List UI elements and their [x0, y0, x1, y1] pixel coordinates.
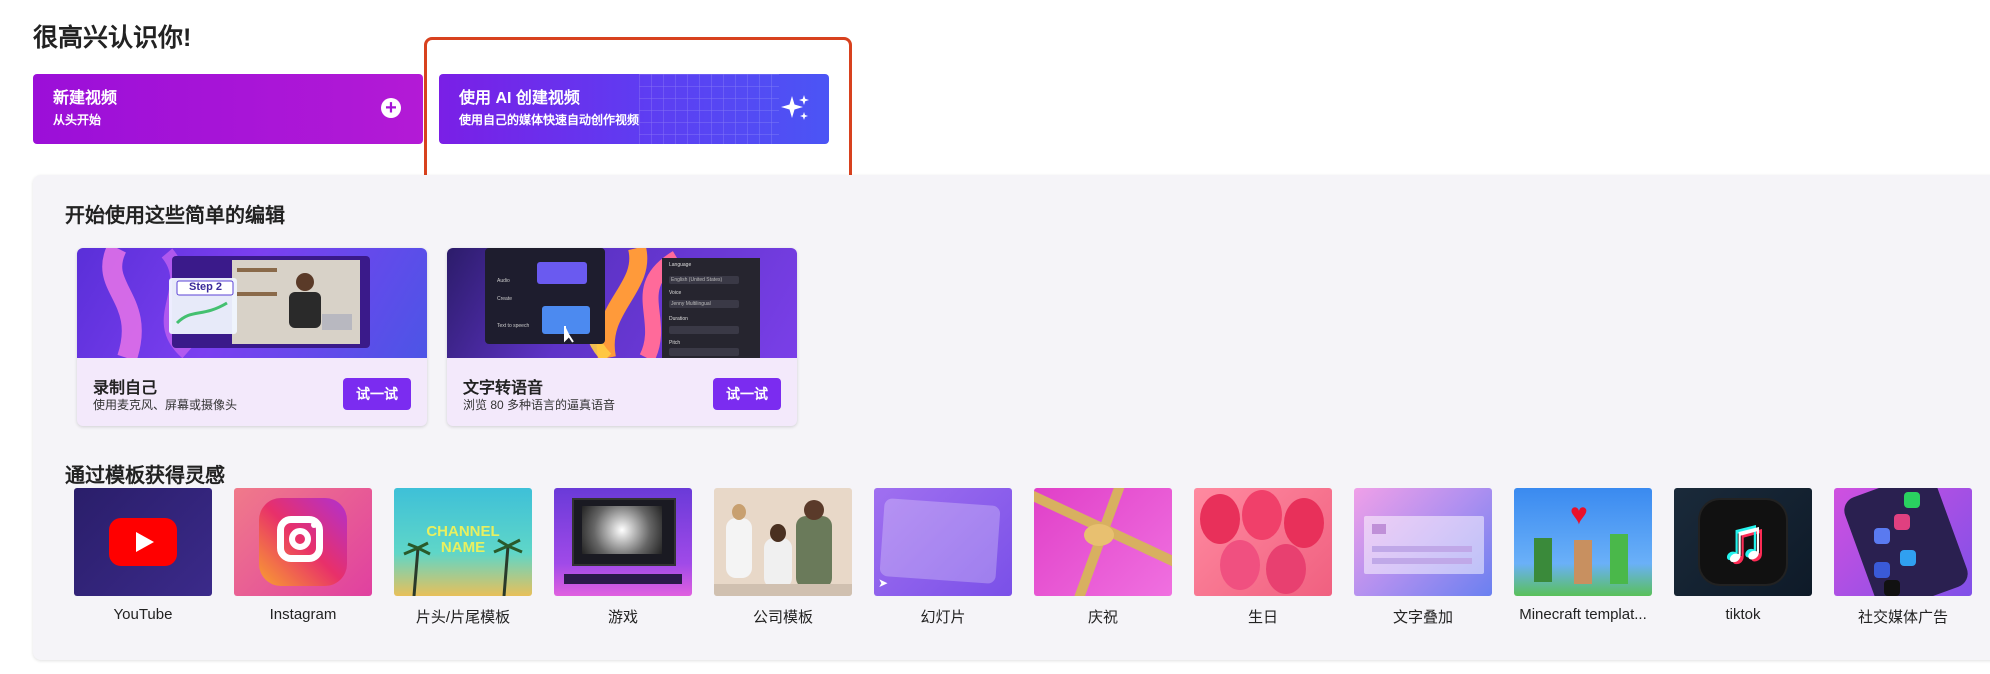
edit-card-tts[interactable]: Language English (United States) Voice J…: [447, 248, 797, 426]
template-label: Instagram: [269, 606, 337, 623]
birthday-thumbnail: [1194, 488, 1332, 596]
tts-panel-duration: Duration: [669, 316, 688, 322]
template-text-overlay[interactable]: 文字叠加: [1354, 488, 1492, 627]
tts-text-to-speech-label: Text to speech: [497, 323, 530, 329]
template-instagram[interactable]: Instagram: [234, 488, 372, 623]
template-label: 庆祝: [1087, 609, 1118, 626]
new-video-title: 新建视频: [53, 90, 118, 107]
content-panel: 开始使用这些简单的编辑 Step 2 录制自己 使用麦克风、屏幕或摄像头 试一试: [33, 175, 1990, 660]
tiktok-icon: ♫: [1700, 500, 1786, 584]
tts-panel-language: Language: [669, 262, 692, 268]
template-social-ads[interactable]: 社交媒体广告: [1834, 488, 1972, 627]
tts-thumbnail: Language English (United States) Voice J…: [447, 248, 797, 358]
record-try-button[interactable]: 试一试: [343, 378, 411, 410]
tts-create-label: Create: [497, 296, 513, 302]
heart-icon: ♥: [1570, 498, 1588, 531]
template-gaming[interactable]: 游戏: [554, 488, 692, 627]
edits-section-title: 开始使用这些简单的编辑: [65, 205, 285, 227]
youtube-thumbnail: [74, 488, 212, 596]
text-overlay-thumbnail: [1354, 488, 1492, 596]
minecraft-thumbnail: ♥: [1514, 488, 1652, 596]
tts-title: 文字转语音: [463, 380, 544, 397]
tts-try-button[interactable]: 试一试: [713, 378, 781, 410]
tiktok-thumbnail: ♫: [1674, 488, 1812, 596]
greeting-heading: 很高兴认识你!: [33, 24, 192, 52]
step-label: Step 2: [189, 281, 223, 293]
new-video-button[interactable]: 新建视频 从头开始 +: [33, 74, 423, 144]
slideshow-thumbnail: ➤: [874, 488, 1012, 596]
corporate-thumbnail: [714, 488, 852, 596]
template-slideshow[interactable]: ➤ 幻灯片: [874, 488, 1012, 627]
instagram-thumbnail: [234, 488, 372, 596]
tts-desc: 浏览 80 多种语言的逼真语音: [463, 398, 616, 412]
templates-section-title: 通过模板获得灵感: [65, 465, 225, 487]
intro-outro-thumbnail: CHANNEL NAME: [394, 488, 532, 596]
template-celebration[interactable]: 庆祝: [1034, 488, 1172, 627]
highlight-annotation: [424, 37, 852, 190]
template-tiktok[interactable]: ♫ tiktok: [1674, 488, 1812, 623]
template-label: tiktok: [1725, 606, 1761, 623]
template-label: 公司模板: [752, 609, 813, 626]
record-title: 录制自己: [93, 380, 158, 397]
record-thumbnail: Step 2: [77, 248, 427, 358]
plus-circle-icon: +: [381, 98, 401, 118]
template-youtube[interactable]: YouTube: [74, 488, 212, 623]
template-minecraft[interactable]: ♥ Minecraft templat...: [1514, 488, 1652, 623]
template-label: 片头/片尾模板: [415, 609, 511, 626]
record-desc: 使用麦克风、屏幕或摄像头: [93, 398, 238, 412]
template-label: YouTube: [113, 606, 173, 623]
template-label: 文字叠加: [1392, 609, 1453, 626]
instagram-icon: [259, 498, 347, 586]
template-label: 生日: [1247, 609, 1278, 626]
template-birthday[interactable]: 生日: [1194, 488, 1332, 627]
edit-card-record[interactable]: Step 2 录制自己 使用麦克风、屏幕或摄像头 试一试: [77, 248, 427, 426]
template-label: 幻灯片: [920, 609, 966, 626]
tts-panel-voice: Voice: [669, 290, 682, 296]
celebration-thumbnail: [1034, 488, 1172, 596]
template-corporate[interactable]: 公司模板: [714, 488, 852, 627]
social-ads-thumbnail: [1834, 488, 1972, 596]
new-video-subtitle: 从头开始: [53, 113, 102, 127]
tts-panel-pitch: Pitch: [669, 340, 681, 346]
gaming-thumbnail: [554, 488, 692, 596]
youtube-icon: [109, 518, 177, 566]
template-label: 游戏: [607, 609, 638, 626]
tts-audio-label: Audio: [497, 278, 510, 284]
template-label: Minecraft templat...: [1519, 606, 1647, 623]
tts-panel-language-value: English (United States): [671, 277, 723, 283]
template-label: 社交媒体广告: [1857, 609, 1948, 626]
tts-panel-voice-value: Jenny Multilingual: [671, 301, 711, 307]
template-intro-outro[interactable]: CHANNEL NAME 片头/片尾模板: [394, 488, 532, 627]
